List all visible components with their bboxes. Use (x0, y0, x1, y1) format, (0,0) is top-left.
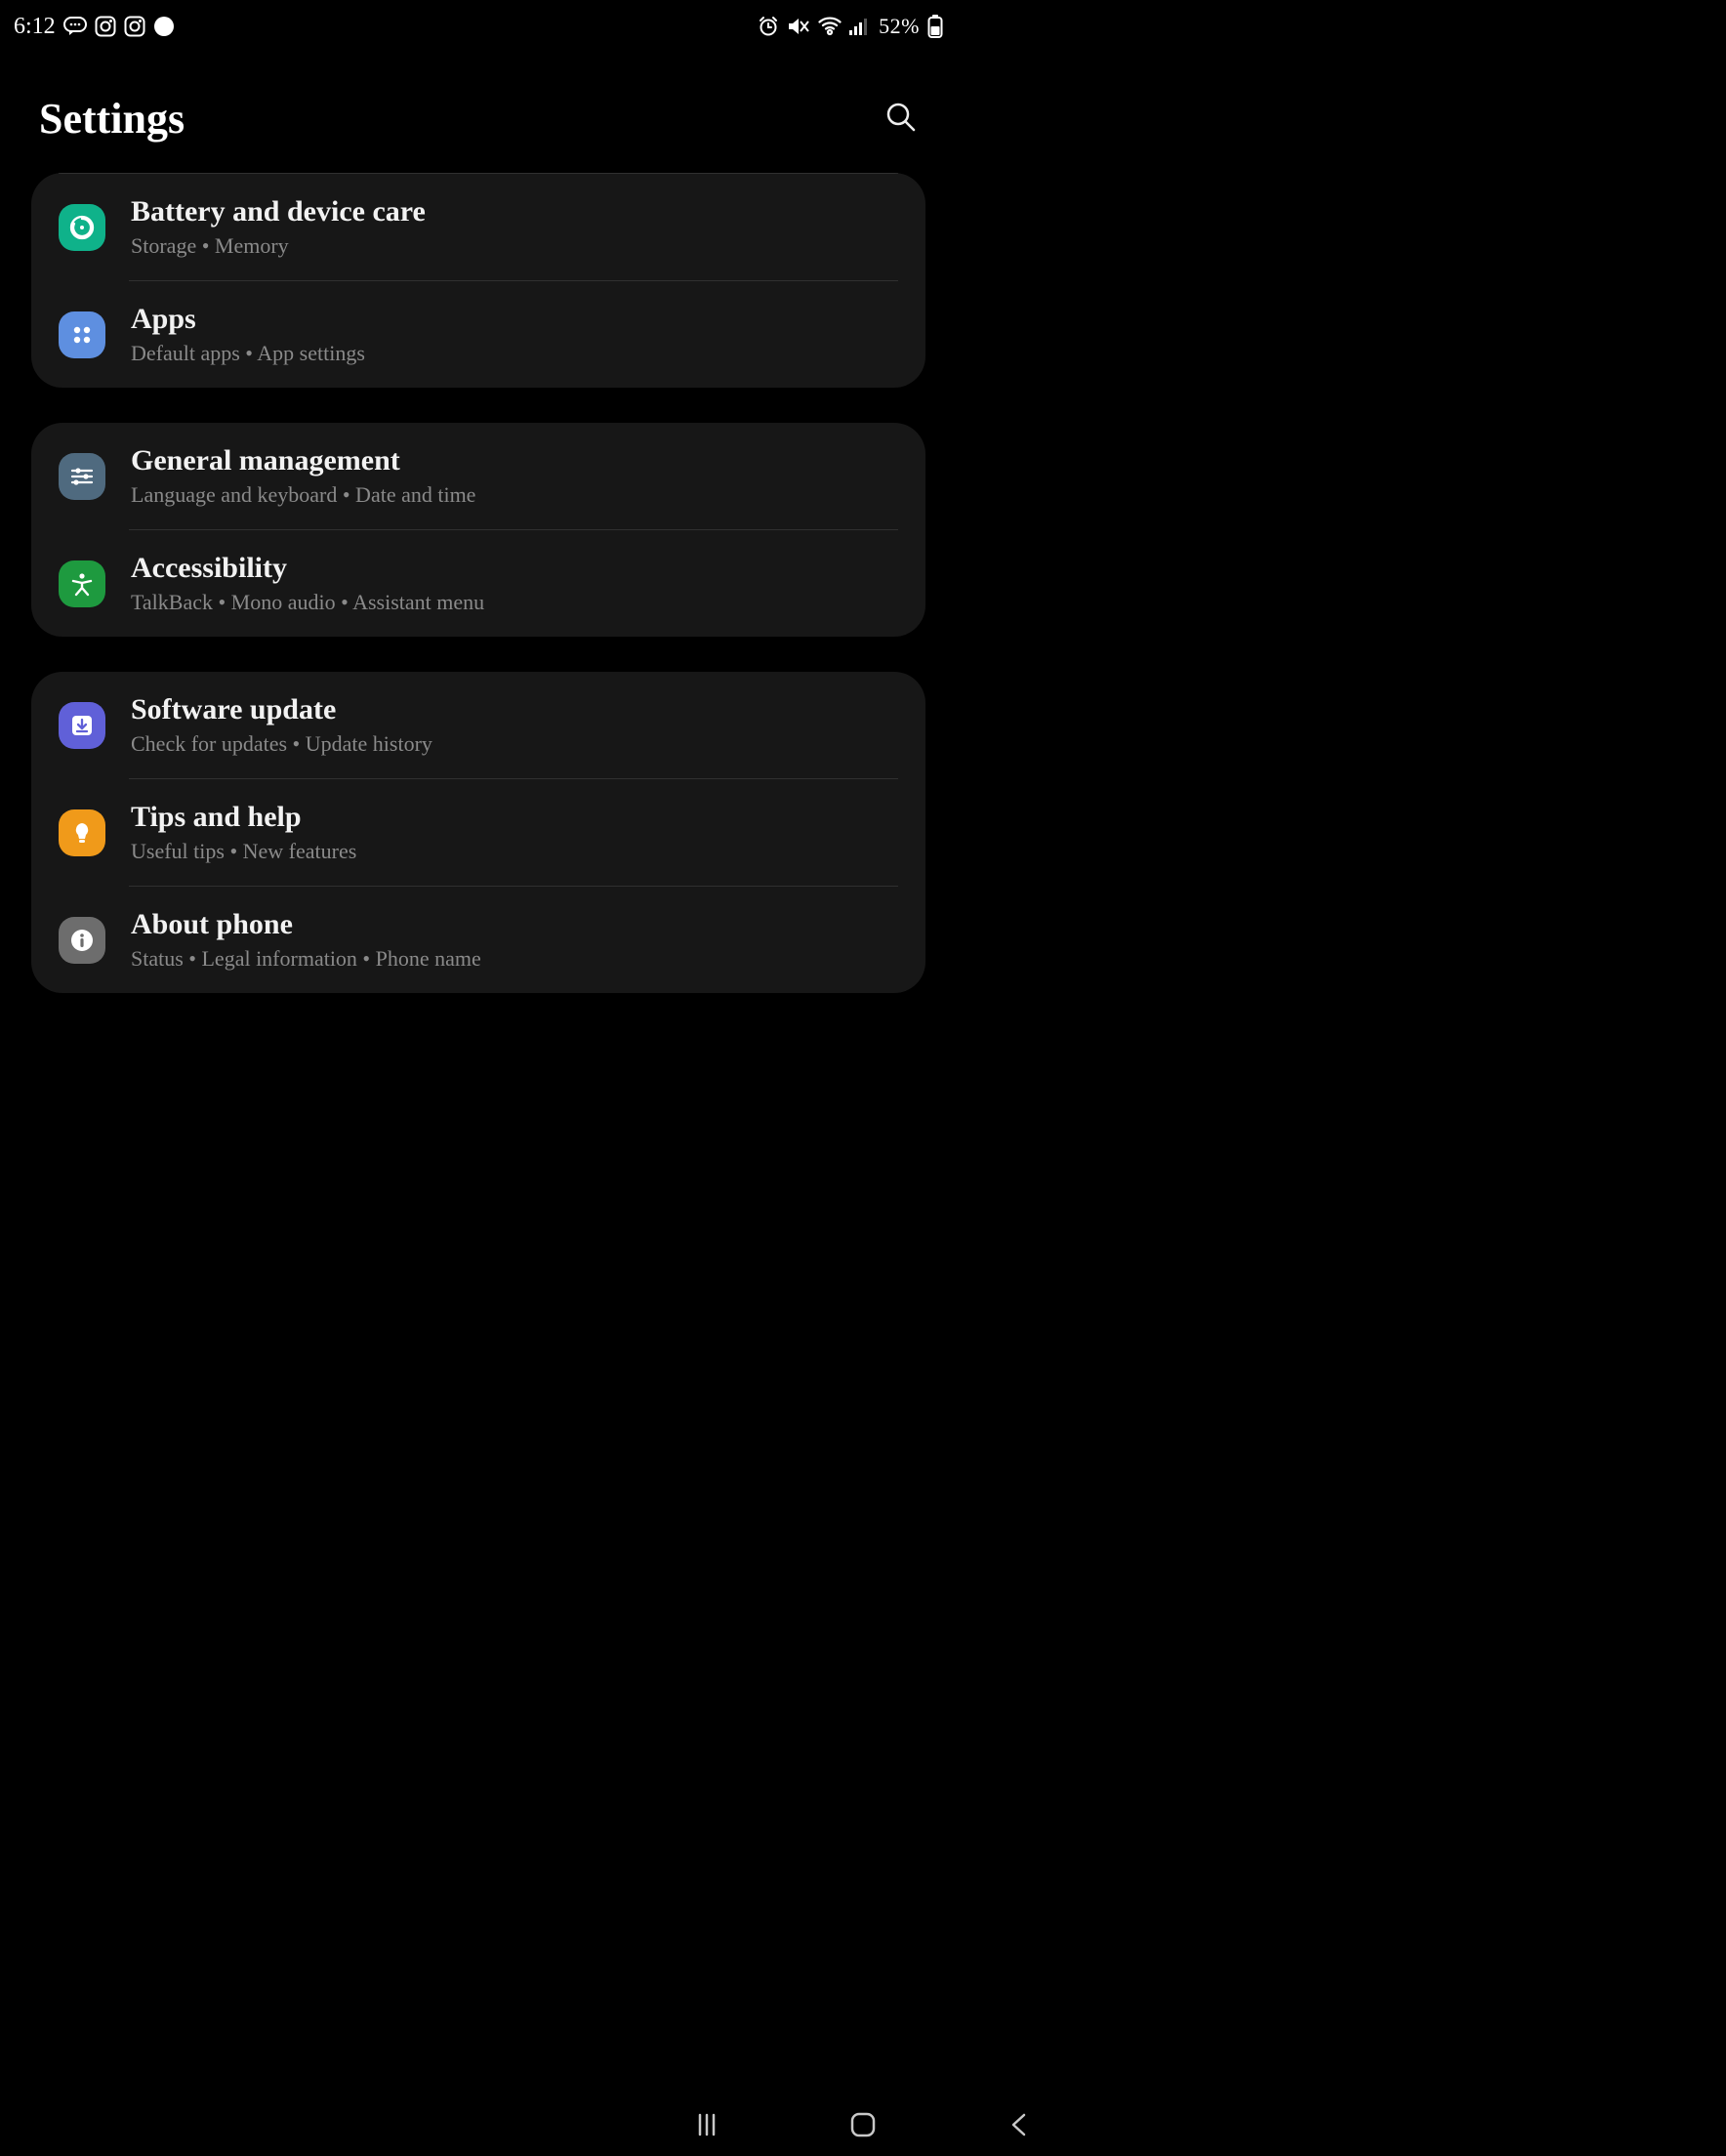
status-time: 6:12 (14, 14, 56, 40)
access-icon (59, 560, 105, 607)
settings-item-general[interactable]: General management Language and keyboard … (31, 423, 925, 529)
instagram-icon (95, 16, 116, 37)
instagram-icon (124, 16, 145, 37)
apps-icon (59, 311, 105, 358)
item-subtitle: TalkBack • Mono audio • Assistant menu (131, 590, 898, 615)
item-title: General management (131, 444, 898, 477)
search-icon (884, 122, 918, 137)
settings-group: Battery and device care Storage • Memory A… (31, 173, 925, 388)
item-subtitle: Language and keyboard • Date and time (131, 482, 898, 508)
navigation-bar (0, 2094, 1726, 2156)
tips-icon (59, 809, 105, 856)
recents-button[interactable] (687, 2105, 726, 2144)
settings-item-tips[interactable]: Tips and help Useful tips • New features (31, 779, 925, 886)
battery-icon (59, 204, 105, 251)
settings-list: Battery and device care Storage • Memory A… (0, 173, 957, 993)
item-title: About phone (131, 908, 898, 940)
general-icon (59, 453, 105, 500)
item-subtitle: Storage • Memory (131, 233, 898, 259)
item-title: Tips and help (131, 801, 898, 833)
page-title: Settings (39, 94, 185, 144)
settings-item-battery[interactable]: Battery and device care Storage • Memory (31, 174, 925, 280)
mute-icon (787, 16, 810, 37)
chat-icon (63, 17, 87, 36)
settings-item-apps[interactable]: Apps Default apps • App settings (31, 281, 925, 388)
battery-percent: 52% (879, 14, 920, 39)
alarm-icon (758, 16, 779, 37)
item-title: Apps (131, 303, 898, 335)
about-icon (59, 917, 105, 964)
item-subtitle: Useful tips • New features (131, 839, 898, 864)
sports-icon (153, 16, 175, 37)
settings-group: Software update Check for updates • Updat… (31, 672, 925, 993)
settings-group: General management Language and keyboard … (31, 423, 925, 637)
item-title: Battery and device care (131, 195, 898, 228)
wifi-icon (818, 17, 842, 36)
item-title: Accessibility (131, 552, 898, 584)
update-icon (59, 702, 105, 749)
battery-icon (927, 15, 943, 38)
signal-icon (849, 17, 871, 36)
settings-item-update[interactable]: Software update Check for updates • Updat… (31, 672, 925, 778)
item-subtitle: Default apps • App settings (131, 341, 898, 366)
settings-item-about[interactable]: About phone Status • Legal information • … (31, 887, 925, 993)
item-title: Software update (131, 693, 898, 726)
home-button[interactable] (843, 2105, 883, 2144)
settings-item-access[interactable]: Accessibility TalkBack • Mono audio • Ass… (31, 530, 925, 637)
item-subtitle: Status • Legal information • Phone name (131, 946, 898, 972)
search-button[interactable] (884, 101, 918, 137)
item-subtitle: Check for updates • Update history (131, 731, 898, 757)
header: Settings (0, 45, 957, 173)
status-bar: 6:12 52% (0, 0, 957, 45)
back-button[interactable] (1000, 2105, 1039, 2144)
